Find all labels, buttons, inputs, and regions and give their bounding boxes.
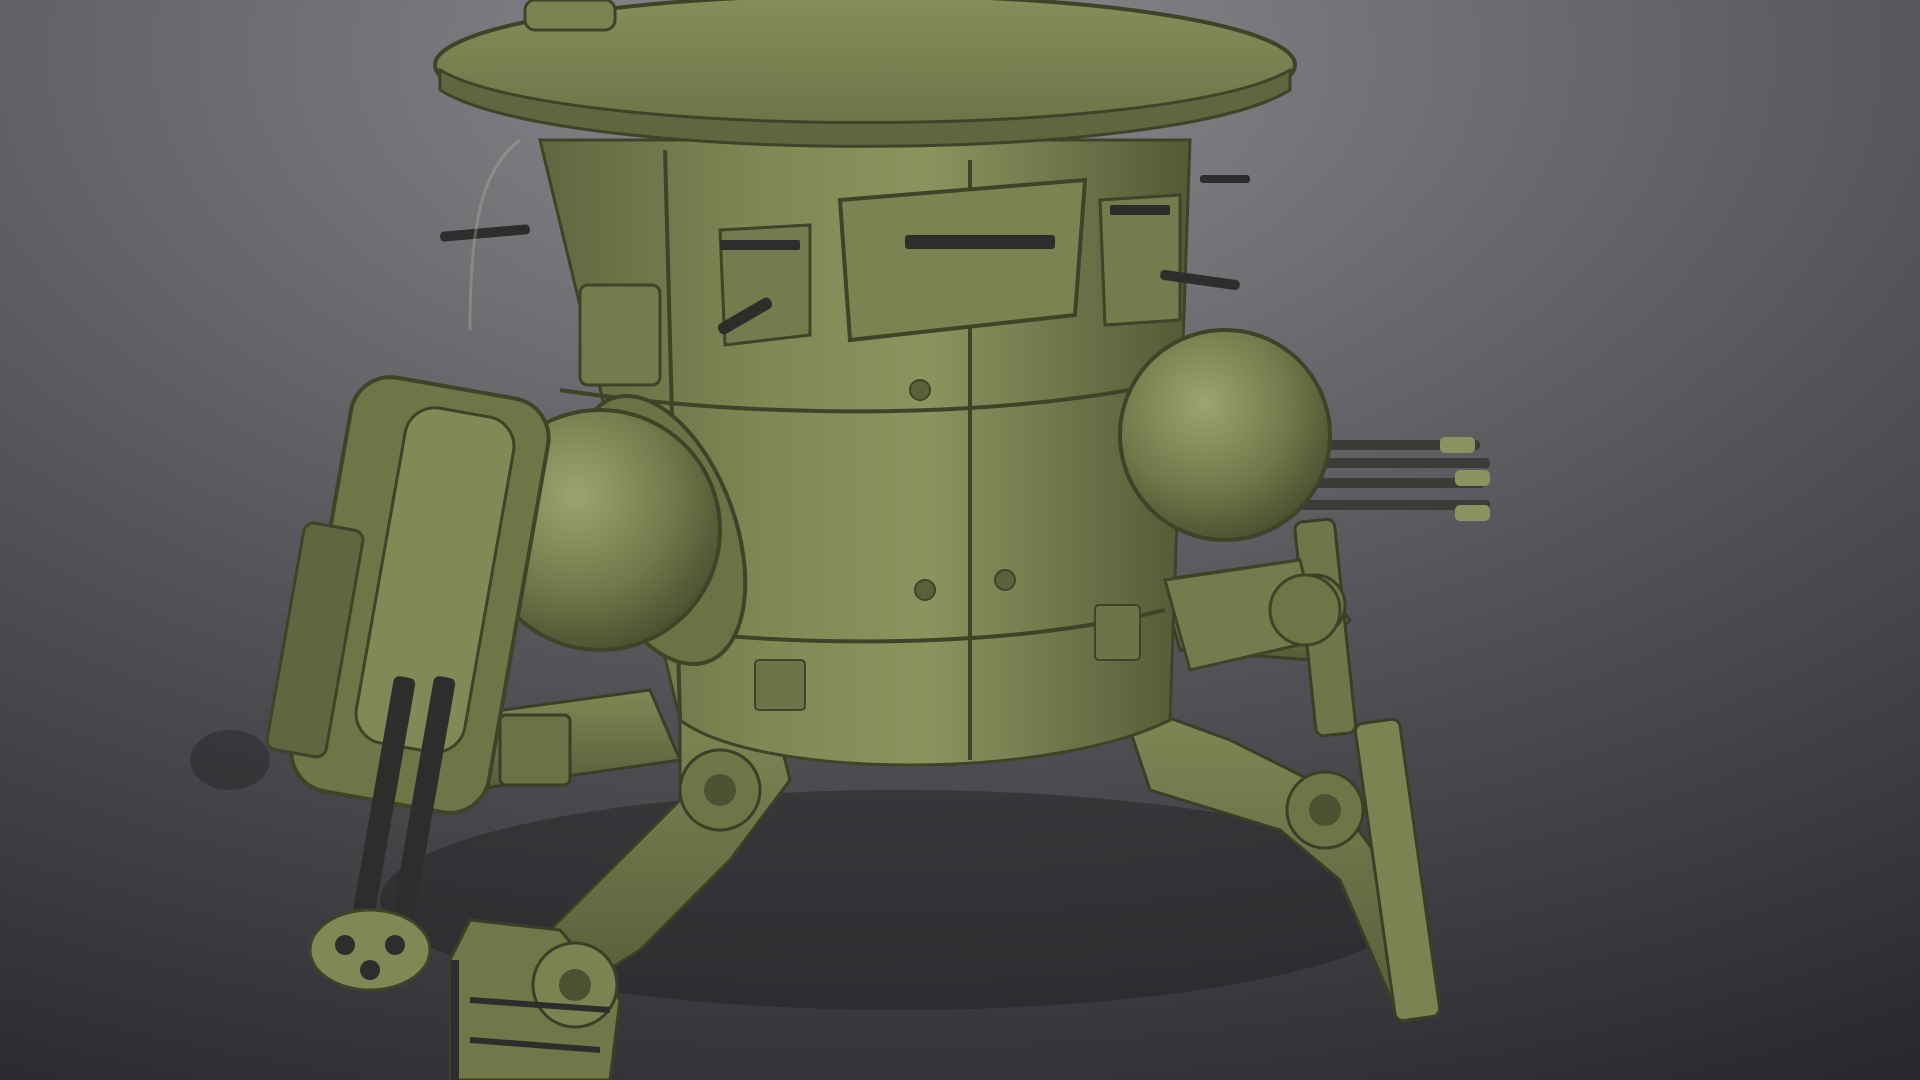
right-hip-joint [1268,573,1342,647]
render-viewport [0,0,1920,1080]
mech-render-scene [0,0,1920,1080]
leg-shadow [190,730,270,790]
right-sphere-turret-icon [1118,328,1332,542]
turret-hatch-icon [433,0,1297,148]
arm-joint-block [498,713,572,787]
